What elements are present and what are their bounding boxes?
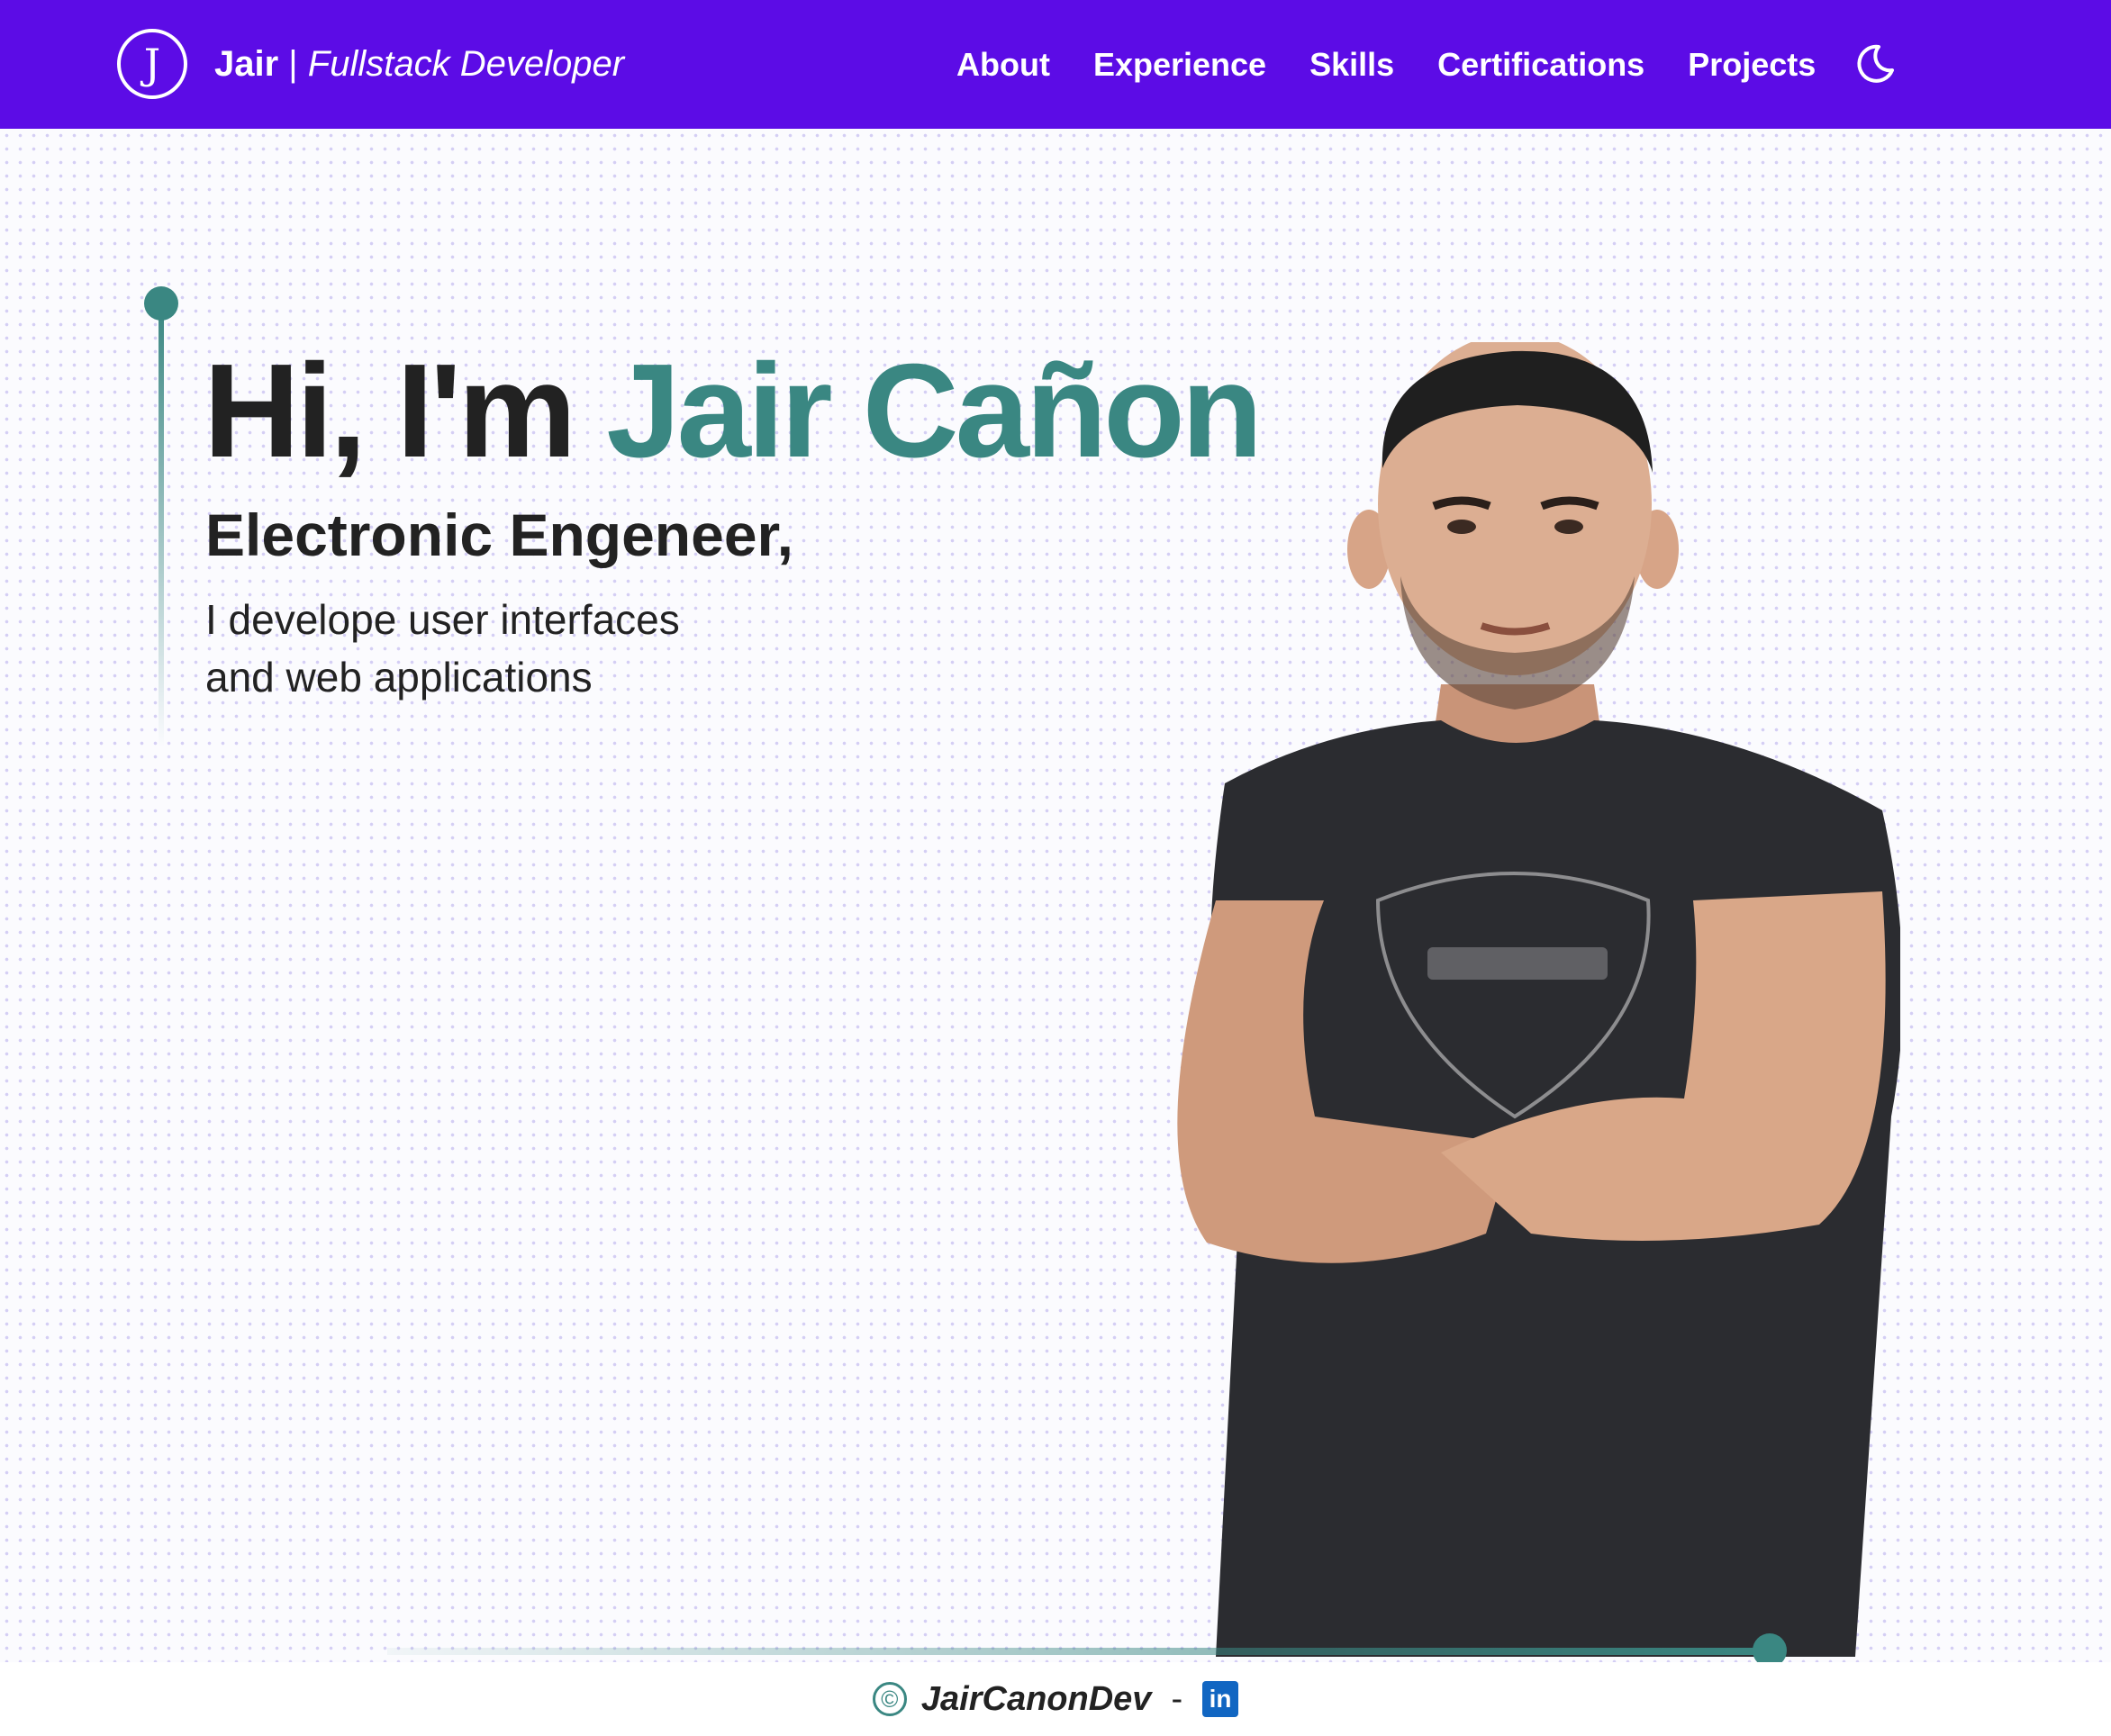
hero-description: I develope user interfaces and web appli… — [205, 591, 680, 706]
theme-toggle-button[interactable] — [1852, 41, 1898, 87]
timeline-line — [159, 306, 164, 747]
brand[interactable]: J Jair | Fullstack Developer — [117, 23, 624, 104]
nav-links: About Experience Skills Certifications P… — [956, 0, 1816, 129]
nav-experience[interactable]: Experience — [1093, 46, 1266, 84]
linkedin-icon[interactable]: in — [1202, 1681, 1239, 1717]
brand-text: Jair | Fullstack Developer — [214, 44, 624, 85]
nav-certifications[interactable]: Certifications — [1437, 46, 1644, 84]
timeline-line-bottom — [387, 1648, 1774, 1655]
brand-name: Jair — [214, 43, 279, 84]
nav-skills[interactable]: Skills — [1309, 46, 1394, 84]
moon-icon — [1857, 44, 1894, 83]
footer-separator: - — [1171, 1679, 1183, 1718]
hero-description-line1: I develope user interfaces — [205, 596, 680, 643]
hero-title: Hi, I'm Jair Cañon — [204, 331, 1263, 492]
footer-handle: JairCanonDev — [920, 1679, 1152, 1718]
brand-role: Fullstack Developer — [307, 43, 625, 84]
nav-projects[interactable]: Projects — [1688, 46, 1816, 84]
footer: © JairCanonDev - in — [0, 1662, 2111, 1736]
hero-greeting: Hi, I'm — [204, 337, 607, 485]
brand-separator: | — [278, 43, 308, 84]
hero-subtitle: Electronic Engeneer, — [205, 502, 793, 568]
hero-description-line2: and web applications — [205, 654, 593, 701]
nav-about[interactable]: About — [956, 46, 1050, 84]
profile-photo — [1177, 342, 1900, 1657]
copyright-icon: © — [872, 1682, 907, 1716]
logo-icon[interactable]: J — [117, 29, 187, 99]
navbar: J Jair | Fullstack Developer About Exper… — [0, 0, 2111, 129]
